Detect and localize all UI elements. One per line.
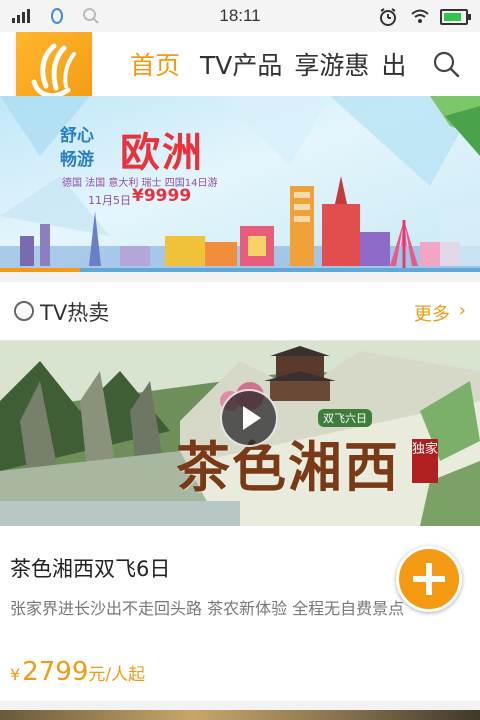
exclusive-seal: 独家	[412, 439, 438, 483]
top-nav: 首页 TV产品 享游惠 出	[130, 32, 418, 96]
banner-carousel-indicator	[0, 268, 480, 272]
product-price: ¥2799元/人起	[10, 657, 145, 687]
app-header: 首页 TV产品 享游惠 出	[0, 32, 480, 96]
nav-deals[interactable]: 享游惠	[294, 46, 369, 82]
chevron-right-icon[interactable]: ›	[459, 300, 466, 321]
banner-date: 11月5日	[88, 194, 131, 207]
nav-tv-products[interactable]: TV产品	[200, 46, 282, 82]
alarm-icon	[380, 8, 396, 26]
product-photo[interactable]: 双飞六日 茶色湘西 独家	[0, 341, 480, 526]
next-card-preview[interactable]	[0, 710, 480, 720]
status-bar: 18:11	[0, 0, 480, 32]
battery-icon	[440, 9, 471, 25]
banner-subtitle: 舒心 畅游	[60, 126, 94, 170]
search-button[interactable]	[432, 50, 460, 78]
tv-icon	[14, 301, 34, 321]
plus-icon[interactable]	[396, 546, 462, 612]
price-unit: 元/人起	[88, 665, 146, 685]
more-link[interactable]: 更多	[414, 300, 450, 326]
price-value: 2799	[22, 657, 89, 687]
feather-logo-icon[interactable]	[16, 32, 92, 96]
currency-symbol: ¥	[10, 665, 21, 684]
search-icon	[433, 51, 460, 78]
banner-price: ¥9999	[132, 186, 192, 206]
art-title: 茶色湘西	[176, 435, 400, 499]
promo-banner[interactable]: 舒心 畅游 欧洲 德国 法国 意大利 瑞士 四国14日游 11月5日 ¥9999	[0, 96, 480, 272]
clock: 18:11	[219, 6, 261, 25]
nav-home[interactable]: 首页	[130, 46, 180, 82]
product-description: 张家界进长沙出不走回头路 茶农新体验 全程无自费景点	[10, 599, 405, 618]
product-card[interactable]: 双飞六日 茶色湘西 独家 茶色湘西双飞6日 张家界进长沙出不走回头路 茶农新体验…	[0, 341, 480, 701]
product-name[interactable]: 茶色湘西双飞6日	[10, 553, 170, 583]
banner-title: 欧洲	[120, 130, 204, 176]
section-title: TV热卖	[40, 301, 110, 325]
play-icon[interactable]	[220, 389, 278, 447]
wifi-icon	[411, 9, 429, 23]
nav-outbound[interactable]: 出	[381, 46, 406, 82]
hot-sale-section-header: TV热卖 更多 ›	[0, 282, 480, 341]
